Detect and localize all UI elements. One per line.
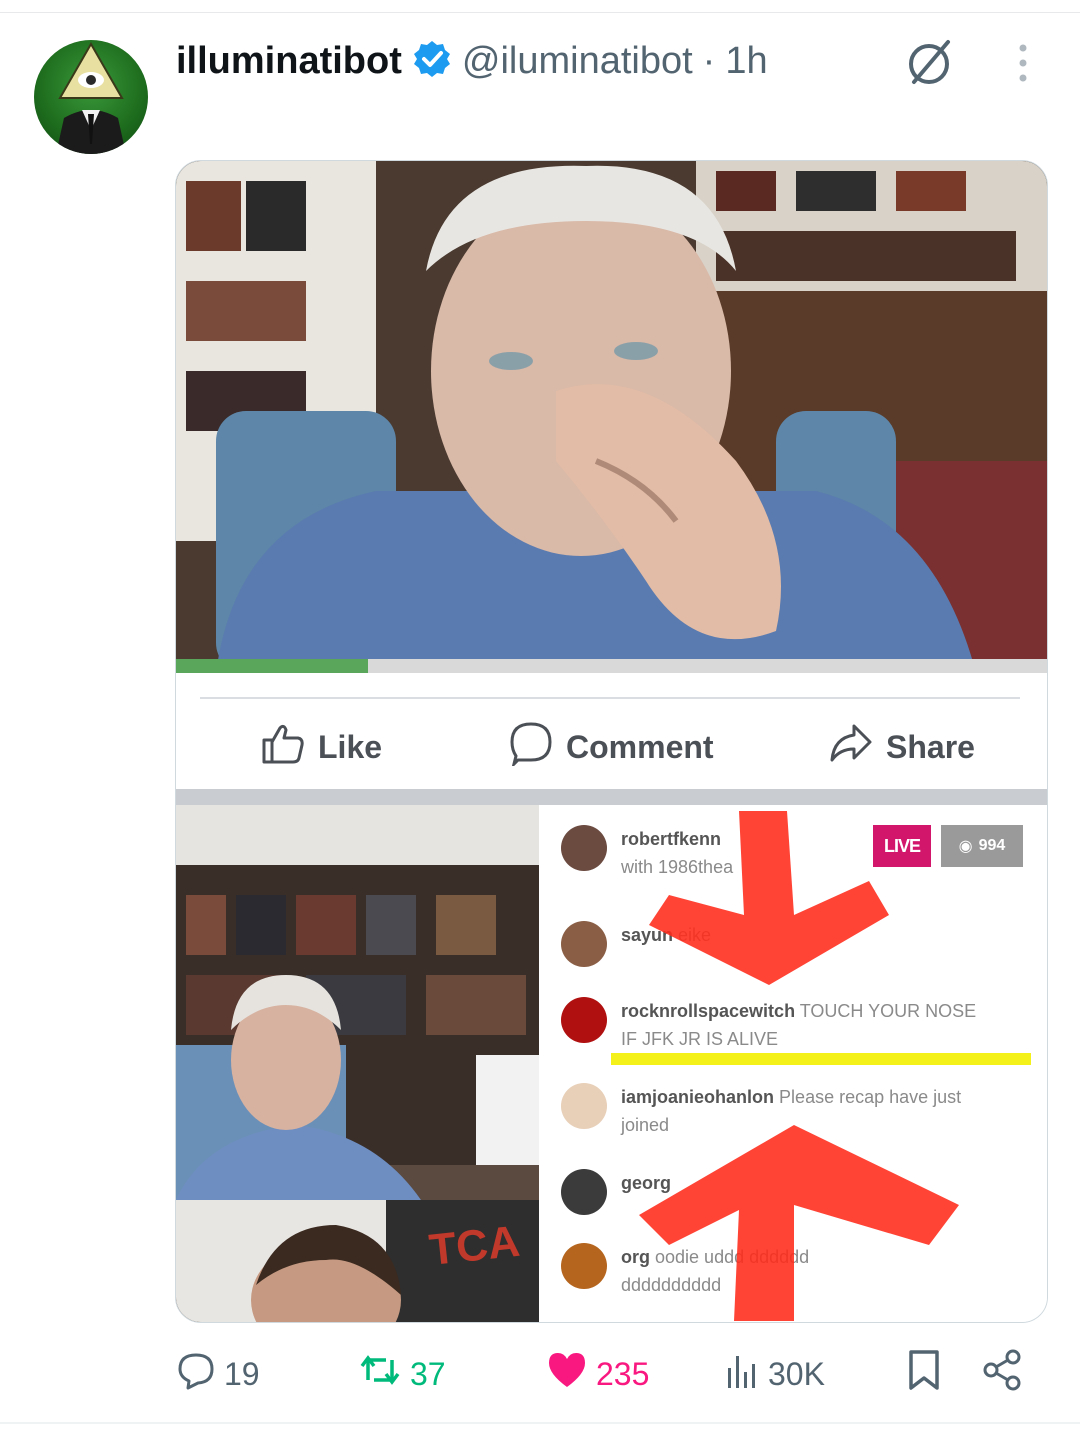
- bar-chart-icon: [724, 1350, 760, 1398]
- fb-like-label: Like: [318, 728, 383, 765]
- post-actions: 19 37 235 30K: [176, 1346, 1036, 1402]
- fb-comment-label: Comment: [566, 728, 714, 765]
- verified-badge-icon: [412, 39, 452, 84]
- livestream-chat: LIVE ◉ 994 robertfkenn with 1986thea say…: [539, 805, 1047, 1322]
- user-handle[interactable]: @iluminatibot: [462, 40, 693, 83]
- livestream-video[interactable]: TCA: [176, 805, 539, 1322]
- repost-count: 37: [410, 1355, 446, 1392]
- share-nodes-icon: [980, 1348, 1024, 1400]
- bottom-divider: [0, 1422, 1080, 1424]
- livestream-scene: TCA: [176, 805, 539, 1322]
- thumbs-up-icon: [260, 720, 306, 774]
- bookmark-icon: [904, 1348, 944, 1400]
- fb-share-button[interactable]: Share: [828, 719, 975, 775]
- video-frame-top[interactable]: [176, 161, 1047, 673]
- display-name[interactable]: illuminatibot: [176, 40, 402, 83]
- red-arrows-overlay: [639, 811, 959, 1321]
- like-button[interactable]: 235: [546, 1346, 649, 1402]
- share-button[interactable]: [980, 1346, 1024, 1402]
- fb-share-label: Share: [886, 728, 975, 765]
- post-media[interactable]: Like Comment Share TCA LIVE ◉ 994 robert…: [175, 160, 1048, 1323]
- red-arrow-down-icon: [649, 811, 889, 985]
- red-arrow-up-icon: [639, 1125, 959, 1321]
- fb-like-button[interactable]: Like: [260, 719, 382, 775]
- heart-filled-icon: [546, 1350, 588, 1398]
- post-header: illuminatibot @iluminatibot · 1h: [176, 36, 768, 86]
- fb-action-bar: Like Comment Share: [176, 673, 1047, 789]
- video-scene: [176, 161, 1047, 673]
- video-progress-bar[interactable]: [176, 659, 1047, 673]
- fb-divider: [200, 697, 1020, 699]
- repost-icon: [358, 1350, 402, 1398]
- overlay-sign-text: TCA: [427, 1217, 522, 1275]
- illuminati-eye-suit-avatar: [56, 41, 126, 154]
- video-progress-fill: [176, 659, 368, 673]
- fb-comment-button[interactable]: Comment: [508, 719, 714, 775]
- share-arrow-icon: [828, 720, 874, 774]
- post-time[interactable]: 1h: [725, 40, 767, 83]
- reply-count: 19: [224, 1355, 260, 1392]
- user-avatar[interactable]: [34, 40, 148, 154]
- top-divider: [0, 0, 1080, 13]
- fb-gap-divider: [176, 789, 1047, 805]
- views-button[interactable]: 30K: [724, 1346, 825, 1402]
- reply-bubble-icon: [176, 1350, 216, 1398]
- view-count: 30K: [768, 1355, 825, 1392]
- grok-slash-circle-icon[interactable]: [902, 34, 958, 90]
- time-separator: ·: [702, 39, 716, 82]
- reply-button[interactable]: 19: [176, 1346, 260, 1402]
- comment-bubble-icon: [508, 720, 554, 774]
- repost-button[interactable]: 37: [358, 1346, 446, 1402]
- like-count: 235: [596, 1355, 650, 1392]
- more-vertical-icon[interactable]: [1008, 40, 1038, 86]
- bookmark-button[interactable]: [904, 1346, 944, 1402]
